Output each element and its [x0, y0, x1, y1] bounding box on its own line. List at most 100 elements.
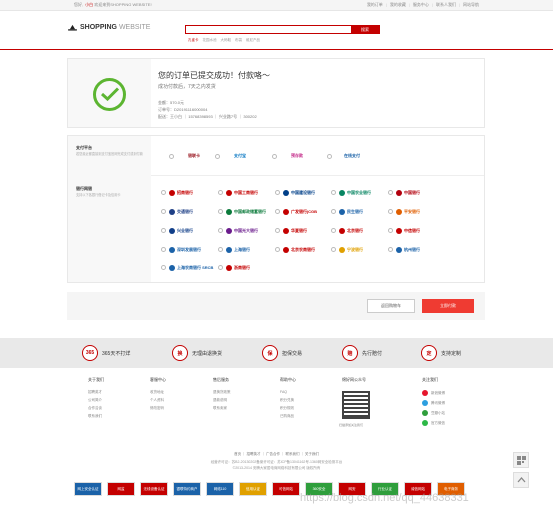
bank-logo[interactable]: 上海农商银行 SRCB	[169, 263, 213, 272]
trust-badge[interactable]: 银联特约商户	[173, 482, 201, 496]
platform-logo[interactable]: 在线支付	[335, 150, 369, 162]
bank-logo[interactable]: 中国建设银行	[283, 188, 315, 197]
bank-radio[interactable]	[388, 247, 393, 252]
footer-link[interactable]: 联系我们	[88, 412, 104, 420]
search-input[interactable]	[186, 26, 351, 33]
footer-link[interactable]: 已购商品	[280, 412, 296, 420]
platform-logo[interactable]: 预存款	[280, 150, 314, 162]
social-link[interactable]: 官方微信	[422, 420, 445, 426]
bank-radio[interactable]	[161, 190, 166, 195]
bank-logo[interactable]: 中国邮政储蓄银行	[226, 207, 266, 216]
hot-word-link[interactable]: 花园水池	[203, 38, 217, 43]
footer-link[interactable]: 招聘英才	[88, 388, 104, 396]
platform-radio[interactable]	[272, 154, 277, 159]
footer-link[interactable]: 公司简介	[88, 396, 104, 404]
trust-badge[interactable]: 可信网站	[272, 482, 300, 496]
top-link[interactable]: 联系人我们	[436, 2, 456, 8]
bank-radio[interactable]	[388, 228, 393, 233]
top-link[interactable]: 我的订单	[367, 2, 383, 8]
bank-radio[interactable]	[275, 190, 280, 195]
footer-link[interactable]: 退款说明	[213, 396, 231, 404]
bank-radio[interactable]	[275, 228, 280, 233]
bank-logo[interactable]: 广发银行|CGB	[283, 207, 317, 216]
hot-word-link[interactable]: 孔雀卡	[188, 38, 199, 43]
bank-radio[interactable]	[331, 190, 336, 195]
bank-radio[interactable]	[331, 228, 336, 233]
platform-logo[interactable]: 银联卡	[177, 150, 211, 162]
bank-logo[interactable]: 浙商银行	[226, 263, 250, 272]
bank-radio[interactable]	[161, 265, 166, 270]
bank-logo[interactable]: 宁波银行	[339, 245, 363, 254]
footer-link[interactable]: FAQ	[280, 388, 296, 396]
search-button[interactable]: 搜索	[351, 26, 379, 33]
bank-radio[interactable]	[161, 228, 166, 233]
social-link[interactable]: 腾讯微博	[422, 400, 445, 406]
bank-logo[interactable]: 中信银行	[396, 226, 420, 235]
bank-logo[interactable]: 中国农业银行	[339, 188, 371, 197]
trust-badge[interactable]: 信用认证	[239, 482, 267, 496]
bank-name: 上海银行	[234, 246, 250, 252]
service-badge-icon: 365	[82, 345, 98, 361]
platform-logo[interactable]: 支付宝	[223, 150, 257, 162]
bank-radio[interactable]	[388, 209, 393, 214]
footer-link[interactable]: 积分兑换	[280, 396, 296, 404]
footer-link[interactable]: 积分规则	[280, 404, 296, 412]
social-link[interactable]: 豆瓣小站	[422, 410, 445, 416]
bank-logo[interactable]: 北京农商银行	[283, 245, 315, 254]
trust-badge[interactable]: 网上安全认证	[74, 482, 102, 496]
platform-radio[interactable]	[215, 154, 220, 159]
bank-logo[interactable]: 民生银行	[339, 207, 363, 216]
bank-logo[interactable]: 平安银行	[396, 207, 420, 216]
bank-logo[interactable]: 中国银行	[396, 188, 420, 197]
platform-radio[interactable]	[169, 154, 174, 159]
bank-radio[interactable]	[218, 265, 223, 270]
bank-radio[interactable]	[275, 209, 280, 214]
back-to-top-button[interactable]	[513, 472, 529, 488]
trust-badge[interactable]: 网监	[107, 482, 135, 496]
bank-emblem-icon	[339, 246, 345, 253]
social-link[interactable]: 新浪微博	[422, 390, 445, 396]
bank-logo[interactable]: 中国光大银行	[226, 226, 258, 235]
platform-radio[interactable]	[327, 154, 332, 159]
bank-radio[interactable]	[218, 228, 223, 233]
bank-radio[interactable]	[161, 247, 166, 252]
back-to-cart-button[interactable]: 返回购物车	[367, 299, 415, 313]
footer-link[interactable]: 个人资料	[150, 396, 166, 404]
footer-link[interactable]: 联系卖家	[213, 404, 231, 412]
bank-logo[interactable]: 中国工商银行	[226, 188, 258, 197]
pay-now-button[interactable]: 立即付款	[422, 299, 474, 313]
bank-radio[interactable]	[161, 209, 166, 214]
bank-radio[interactable]	[331, 247, 336, 252]
top-link[interactable]: 服务中心	[413, 2, 429, 8]
bank-radio[interactable]	[218, 209, 223, 214]
bank-radio[interactable]	[388, 190, 393, 195]
bank-logo[interactable]: 上海银行	[226, 245, 250, 254]
bank-radio[interactable]	[218, 247, 223, 252]
bank-radio[interactable]	[275, 247, 280, 252]
bank-logo[interactable]: 兴业银行	[169, 226, 193, 235]
footer-link[interactable]: 退换货政策	[213, 388, 231, 396]
bank-logo[interactable]: 交通银行	[169, 207, 193, 216]
bank-logo[interactable]: 招商银行	[169, 188, 193, 197]
hot-word-link[interactable]: 维尼产品	[246, 38, 260, 43]
bank-radio[interactable]	[218, 190, 223, 195]
bank-logo[interactable]: 深圳发展银行	[169, 245, 201, 254]
footer-link[interactable]: 合作洽谈	[88, 404, 104, 412]
footer-links[interactable]: 首页 ｜ 招聘英才 ｜ 广告合作 ｜ 联系我们 ｜ 关于我们	[0, 452, 553, 457]
trust-badge[interactable]: 无线设备认证	[140, 482, 168, 496]
top-link[interactable]: 网站导航	[463, 2, 479, 8]
top-link[interactable]: 我的收藏	[390, 2, 406, 8]
trust-badge[interactable]: 网络110	[206, 482, 234, 496]
qr-float-button[interactable]	[513, 452, 529, 468]
username-link[interactable]: 小白	[85, 2, 93, 7]
footer-link[interactable]: 收货地址	[150, 388, 166, 396]
hot-word-link[interactable]: 布袋	[235, 38, 242, 43]
site-logo[interactable]: SHOPPING WEBSITE	[68, 24, 150, 31]
bank-logo[interactable]: 北京银行	[339, 226, 363, 235]
bank-logo[interactable]: 华夏银行	[283, 226, 307, 235]
hot-word-link[interactable]: 大码鞋	[221, 38, 232, 43]
bank-logo[interactable]: 杭州银行	[396, 245, 420, 254]
footer-link[interactable]: 修改密码	[150, 404, 166, 412]
bank-radio[interactable]	[331, 209, 336, 214]
platform-desc: 若您最近都直接到支付宝官网完成支付或到付款	[76, 152, 143, 156]
